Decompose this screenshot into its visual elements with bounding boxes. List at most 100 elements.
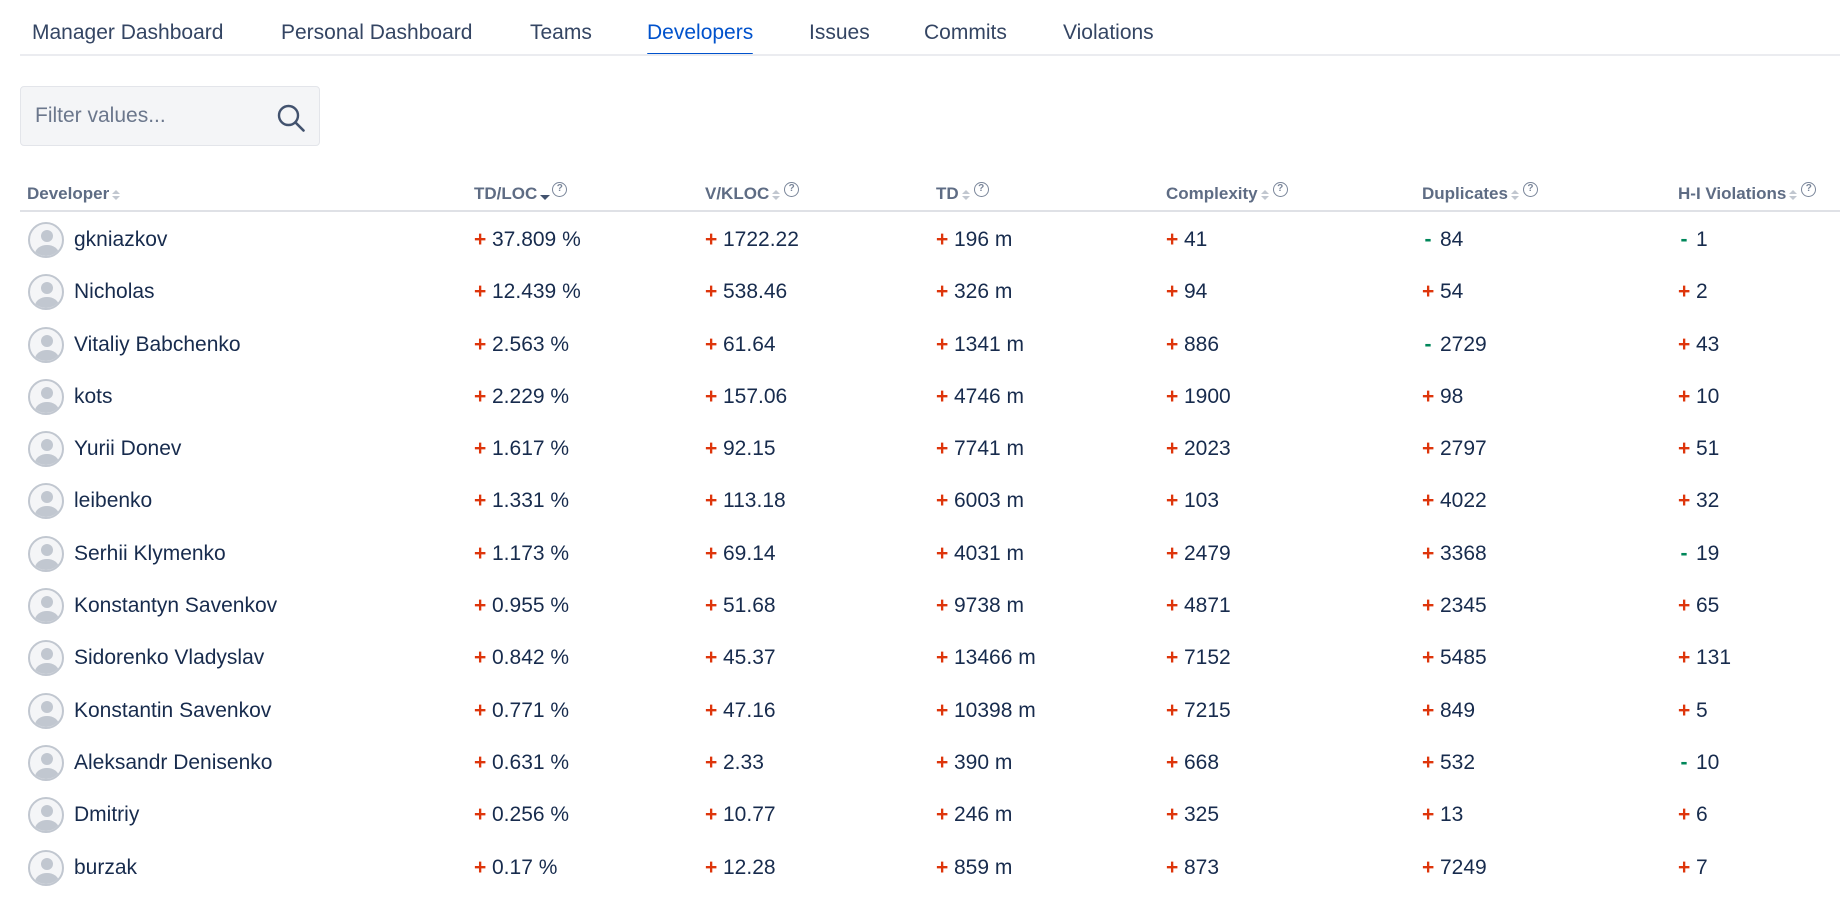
column-header-developer[interactable]: Developer (27, 184, 121, 204)
tab-developers[interactable]: Developers (647, 20, 754, 56)
column-header-complexity[interactable]: Complexity ? (1166, 182, 1288, 204)
developer-cell: Vitaliy Babchenko (20, 319, 241, 371)
column-header-duplicates[interactable]: Duplicates ? (1422, 182, 1538, 204)
avatar-icon (28, 431, 64, 468)
column-label: Developer (27, 184, 110, 203)
developer-name[interactable]: Konstantin Savenkov (74, 699, 271, 723)
avatar-icon (28, 483, 64, 520)
sort-icon[interactable] (961, 190, 970, 202)
trend-up-icon: + (1166, 594, 1179, 618)
metric-value: 32 (1696, 489, 1720, 513)
help-icon[interactable]: ? (973, 182, 989, 197)
metric-value: 4871 (1184, 594, 1231, 618)
table-row[interactable]: Konstantin Savenkov +0.771 % +47.16 +10398 … (20, 685, 1840, 737)
developer-name[interactable]: burzak (74, 856, 137, 880)
developer-name[interactable]: Serhii Klymenko (74, 542, 226, 566)
developer-name[interactable]: Vitaliy Babchenko (74, 333, 241, 357)
help-icon[interactable]: ? (1522, 182, 1538, 197)
nav-tabs: Manager Dashboard Personal Dashboard Tea… (0, 0, 1840, 56)
table-row[interactable]: Sidorenko Vladyslav +0.842 % +45.37 +13466 … (20, 632, 1840, 684)
table-row[interactable]: Yurii Donev +1.617 % +92.15 +7741 m +2023 +27… (20, 423, 1840, 475)
metric-value: 886 (1184, 332, 1220, 356)
trend-up-icon: + (474, 750, 487, 774)
column-header-v-kloc[interactable]: V/KLOC ? (705, 182, 800, 204)
developer-name[interactable]: gkniazkov (74, 228, 167, 252)
td-cell: +13466 m (936, 632, 1036, 684)
trend-up-icon: + (936, 750, 949, 774)
avatar-icon (28, 535, 64, 572)
v-kloc-cell: +10.77 (705, 789, 776, 841)
developer-name[interactable]: Sidorenko Vladyslav (74, 646, 264, 670)
sort-icon[interactable] (112, 190, 121, 202)
developer-name[interactable]: Aleksandr Denisenko (74, 751, 272, 775)
complexity-cell: +94 (1166, 266, 1207, 318)
metric-value: 1900 (1184, 384, 1231, 408)
metric-value: 1341 m (954, 332, 1025, 356)
sort-icon[interactable] (1510, 190, 1519, 202)
metric-value: 7152 (1184, 646, 1231, 670)
trend-up-icon: + (1422, 594, 1435, 618)
filter-input[interactable] (35, 87, 265, 145)
duplicates-cell: +98 (1422, 371, 1463, 423)
trend-up-icon: + (1678, 280, 1691, 304)
table-row[interactable]: Aleksandr Denisenko +0.631 % +2.33 +390 m +6… (20, 737, 1840, 789)
help-icon[interactable]: ? (1272, 182, 1288, 197)
td-loc-cell: +0.771 % (474, 685, 569, 737)
column-header-td-loc[interactable]: TD/LOC ? (474, 182, 568, 204)
table-row[interactable]: kots +2.229 % +157.06 +4746 m +1900 +98 +10 (20, 371, 1840, 423)
v-kloc-cell: +61.64 (705, 319, 776, 371)
developer-name[interactable]: Yurii Donev (74, 437, 181, 461)
metric-value: 859 m (954, 855, 1013, 879)
v-kloc-cell: +538.46 (705, 266, 787, 318)
sort-icon[interactable] (1789, 190, 1798, 202)
duplicates-cell: +5485 (1422, 632, 1487, 684)
trend-up-icon: + (1678, 646, 1691, 670)
tab-violations[interactable]: Violations (1063, 20, 1154, 46)
metric-value: 5 (1696, 698, 1708, 722)
search-icon[interactable] (275, 102, 307, 134)
trend-up-icon: + (474, 698, 487, 722)
table-row[interactable]: burzak +0.17 % +12.28 +859 m +873 +7249 +7 (20, 842, 1840, 894)
tab-manager-dashboard[interactable]: Manager Dashboard (32, 20, 223, 46)
metric-value: 41 (1184, 228, 1208, 251)
tab-teams[interactable]: Teams (530, 20, 592, 46)
trend-up-icon: + (705, 803, 718, 827)
developer-name[interactable]: leibenko (74, 489, 152, 513)
metric-value: 0.631 % (492, 750, 570, 774)
metric-value: 43 (1696, 332, 1720, 356)
table-row[interactable]: Vitaliy Babchenko +2.563 % +61.64 +1341 m +8… (20, 319, 1840, 371)
trend-up-icon: + (1166, 646, 1179, 670)
table-row[interactable]: gkniazkov +37.809 % +1722.22 +196 m +41-84-1 (20, 214, 1840, 266)
table-row[interactable]: leibenko +1.331 % +113.18 +6003 m +103 +4022 +… (20, 475, 1840, 527)
metric-value: 131 (1696, 646, 1732, 670)
metric-value: 13466 m (954, 646, 1036, 670)
trend-up-icon: + (1422, 803, 1435, 827)
table-row[interactable]: Konstantyn Savenkov +0.955 % +51.68 +9738 m… (20, 580, 1840, 632)
tab-issues[interactable]: Issues (809, 20, 870, 46)
table-row[interactable]: Serhii Klymenko +1.173 % +69.14 +4031 m +247… (20, 528, 1840, 580)
sort-icon[interactable] (1260, 190, 1269, 202)
help-icon[interactable]: ? (1801, 182, 1817, 197)
trend-up-icon: + (1422, 541, 1435, 565)
tab-commits[interactable]: Commits (924, 20, 1007, 46)
tab-personal-dashboard[interactable]: Personal Dashboard (281, 20, 472, 46)
developer-name[interactable]: Konstantyn Savenkov (74, 594, 277, 618)
metric-value: 7 (1696, 855, 1708, 879)
metric-value: 2.563 % (492, 332, 570, 356)
column-header-td[interactable]: TD ? (936, 182, 989, 204)
metric-value: 9738 m (954, 594, 1025, 618)
avatar-icon (28, 378, 64, 415)
trend-up-icon: + (1422, 437, 1435, 461)
metric-value: 5485 (1440, 646, 1487, 670)
column-header-hi-violations[interactable]: H-I Violations ? (1678, 182, 1817, 204)
developer-name[interactable]: Dmitriy (74, 803, 139, 827)
help-icon[interactable]: ? (784, 182, 800, 197)
developer-name[interactable]: kots (74, 385, 113, 409)
help-icon[interactable]: ? (552, 182, 568, 197)
table-row[interactable]: Nicholas +12.439 % +538.46 +326 m +94 +54 +2 (20, 266, 1840, 318)
trend-up-icon: + (705, 489, 718, 513)
table-row[interactable]: Dmitriy +0.256 % +10.77 +246 m +325 +13 +6 (20, 789, 1840, 841)
sort-icon[interactable] (772, 190, 781, 202)
sort-descending-icon[interactable] (540, 190, 551, 202)
developer-name[interactable]: Nicholas (74, 280, 155, 304)
